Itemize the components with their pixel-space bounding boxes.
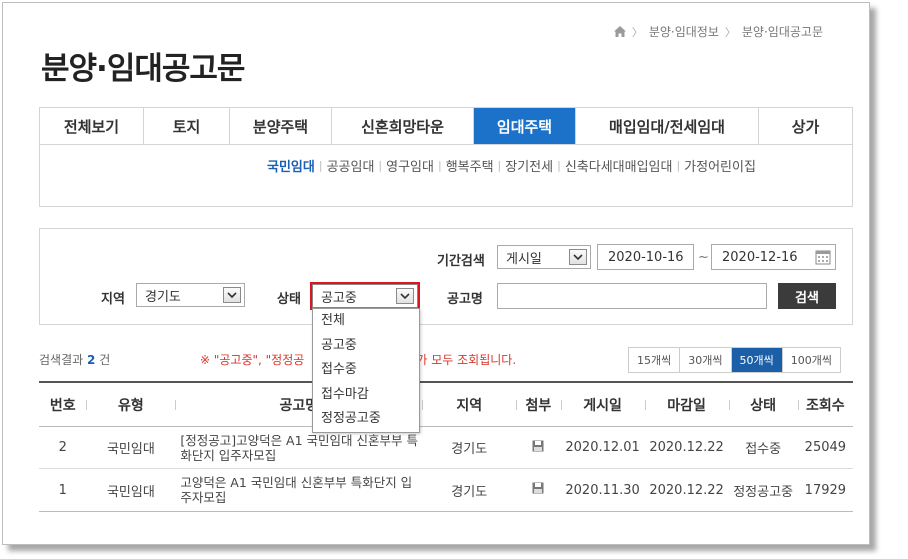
row-closing: 2020.12.22 xyxy=(649,482,724,498)
result-count-prefix: 검색결과 xyxy=(39,353,84,367)
date-from-input[interactable]: 2020-10-16 xyxy=(597,244,694,270)
per-page-selector: 15개씩 30개씩 50개씩 100개씩 xyxy=(628,347,841,373)
region-select[interactable]: 경기도 xyxy=(136,283,245,307)
search-panel xyxy=(39,228,853,325)
tab-rental-housing[interactable]: 임대주택 xyxy=(474,108,576,144)
breadcrumb: 〉 분양·임대정보 〉 분양·임대공고문 xyxy=(613,23,823,40)
region-label: 지역 xyxy=(101,292,125,307)
per-page-50[interactable]: 50개씩 xyxy=(731,348,783,372)
tab-sale-housing[interactable]: 분양주택 xyxy=(230,108,332,144)
row-attachment xyxy=(516,482,560,498)
row-no: 1 xyxy=(58,482,67,498)
header-closing: 마감일 xyxy=(644,395,729,415)
row-posted: 2020.12.01 xyxy=(565,440,640,455)
header-attachment: 첨부 xyxy=(516,395,560,415)
period-label: 기간검색 xyxy=(437,254,485,269)
row-attachment xyxy=(516,440,560,456)
notice-text-left: ※ "공고중", "정정공 xyxy=(200,353,305,367)
row-region: 경기도 xyxy=(451,442,488,457)
breadcrumb-item-2[interactable]: 분양·임대공고문 xyxy=(742,23,823,40)
row-title-link[interactable]: 고양덕은 A1 국민임대 신혼부부 특화단지 입주자모집 xyxy=(180,475,422,505)
tab-commercial[interactable]: 상가 xyxy=(759,108,852,144)
date-separator: ~ xyxy=(698,250,709,265)
subtab-permanent-rental[interactable]: 영구임대 xyxy=(382,156,438,175)
highlight-outline xyxy=(310,282,420,310)
status-option-accepting[interactable]: 접수중 xyxy=(313,358,419,383)
per-page-30[interactable]: 30개씩 xyxy=(680,348,732,372)
tab-newlywed-town[interactable]: 신혼희망타운 xyxy=(332,108,474,144)
result-count: 검색결과 2 건 xyxy=(39,351,110,368)
row-closing: 2020.12.22 xyxy=(649,440,724,455)
period-select-value: 게시일 xyxy=(506,251,542,267)
subtab-happy-housing[interactable]: 행복주택 xyxy=(442,156,498,175)
chevron-right-icon: 〉 xyxy=(631,25,643,39)
status-option-announcing[interactable]: 공고중 xyxy=(313,334,419,359)
subtab-long-term-jeonse[interactable]: 장기전세 xyxy=(501,156,557,175)
chevron-down-icon[interactable] xyxy=(569,249,587,265)
chevron-right-icon: 〉 xyxy=(724,25,736,39)
notice-name-input[interactable] xyxy=(497,283,767,309)
tab-all[interactable]: 전체보기 xyxy=(40,108,144,144)
status-label: 상태 xyxy=(277,292,301,307)
row-region: 경기도 xyxy=(451,484,488,500)
header-posted: 게시일 xyxy=(560,395,645,415)
breadcrumb-item-1[interactable]: 분양·임대정보 xyxy=(649,23,719,40)
header-no: 번호 xyxy=(49,397,76,414)
subtab-new-multiplex-purchase[interactable]: 신축다세대매입임대 xyxy=(561,156,677,175)
tab-land[interactable]: 토지 xyxy=(144,108,230,144)
row-no: 2 xyxy=(58,440,67,455)
row-views: 25049 xyxy=(804,440,847,455)
header-status: 상태 xyxy=(728,395,798,415)
row-posted: 2020.11.30 xyxy=(565,482,640,498)
save-file-icon[interactable] xyxy=(532,440,544,456)
subtab-national-rental[interactable]: 국민임대 xyxy=(263,156,319,175)
row-views: 17929 xyxy=(804,482,847,498)
sub-tabs: 국민임대 | 공공임대 | 영구임대 | 행복주택 | 장기전세 | 신축다세대… xyxy=(263,156,760,175)
header-views: 조회수 xyxy=(797,395,853,415)
row-type: 국민임대 xyxy=(106,442,155,457)
status-option-all[interactable]: 전체 xyxy=(313,309,419,334)
table-row[interactable]: 2 국민임대 [정정공고]고양덕은 A1 국민임대 신혼부부 특화단지 입주자모… xyxy=(39,427,853,469)
main-tabs: 전체보기 토지 분양주택 신혼희망타운 임대주택 매입임대/전세임대 상가 xyxy=(39,107,853,145)
tab-purchase-jeonse-rental[interactable]: 매입임대/전세임대 xyxy=(576,108,759,144)
chevron-down-icon[interactable] xyxy=(223,287,241,303)
row-status: 정정공고중 xyxy=(733,484,794,500)
calendar-icon[interactable] xyxy=(813,247,833,267)
home-icon[interactable] xyxy=(613,26,626,37)
search-button[interactable]: 검색 xyxy=(778,283,836,309)
results-table: 번호 유형 공고명 지역 첨부 게시일 마감일 상태 조회수 2 국민임대 [정… xyxy=(39,381,853,512)
row-title-link[interactable]: [정정공고]고양덕은 A1 국민임대 신혼부부 특화단지 입주자모집 xyxy=(180,433,422,463)
region-select-value: 경기도 xyxy=(145,289,181,305)
row-title-cell: 고양덕은 A1 국민임대 신혼부부 특화단지 입주자모집 xyxy=(175,475,422,505)
notice-name-label: 공고명 xyxy=(447,292,483,307)
status-option-closed[interactable]: 접수마감 xyxy=(313,383,419,408)
period-select[interactable]: 게시일 xyxy=(497,245,591,269)
subtab-home-daycare[interactable]: 가정어린이집 xyxy=(680,156,760,175)
table-header: 번호 유형 공고명 지역 첨부 게시일 마감일 상태 조회수 xyxy=(39,383,853,427)
row-title-cell: [정정공고]고양덕은 A1 국민임대 신혼부부 특화단지 입주자모집 xyxy=(175,433,422,463)
per-page-100[interactable]: 100개씩 xyxy=(783,348,840,372)
subtab-panel: 국민임대 | 공공임대 | 영구임대 | 행복주택 | 장기전세 | 신축다세대… xyxy=(39,144,853,207)
row-status: 접수중 xyxy=(745,442,782,457)
header-region: 지역 xyxy=(422,395,516,415)
table-row[interactable]: 1 국민임대 고양덕은 A1 국민임대 신혼부부 특화단지 입주자모집 경기도 … xyxy=(39,469,853,511)
header-type: 유형 xyxy=(86,395,175,415)
result-count-number: 2 xyxy=(87,353,96,367)
row-type: 국민임대 xyxy=(106,484,155,500)
result-count-suffix: 건 xyxy=(99,353,111,367)
page-title: 분양·임대공고문 xyxy=(41,51,245,87)
save-file-icon[interactable] xyxy=(532,482,544,498)
subtab-public-rental[interactable]: 공공임대 xyxy=(323,156,379,175)
per-page-15[interactable]: 15개씩 xyxy=(629,348,681,372)
status-dropdown-list: 전체 공고중 접수중 접수마감 정정공고중 xyxy=(312,308,420,433)
status-option-correction[interactable]: 정정공고중 xyxy=(313,407,419,432)
